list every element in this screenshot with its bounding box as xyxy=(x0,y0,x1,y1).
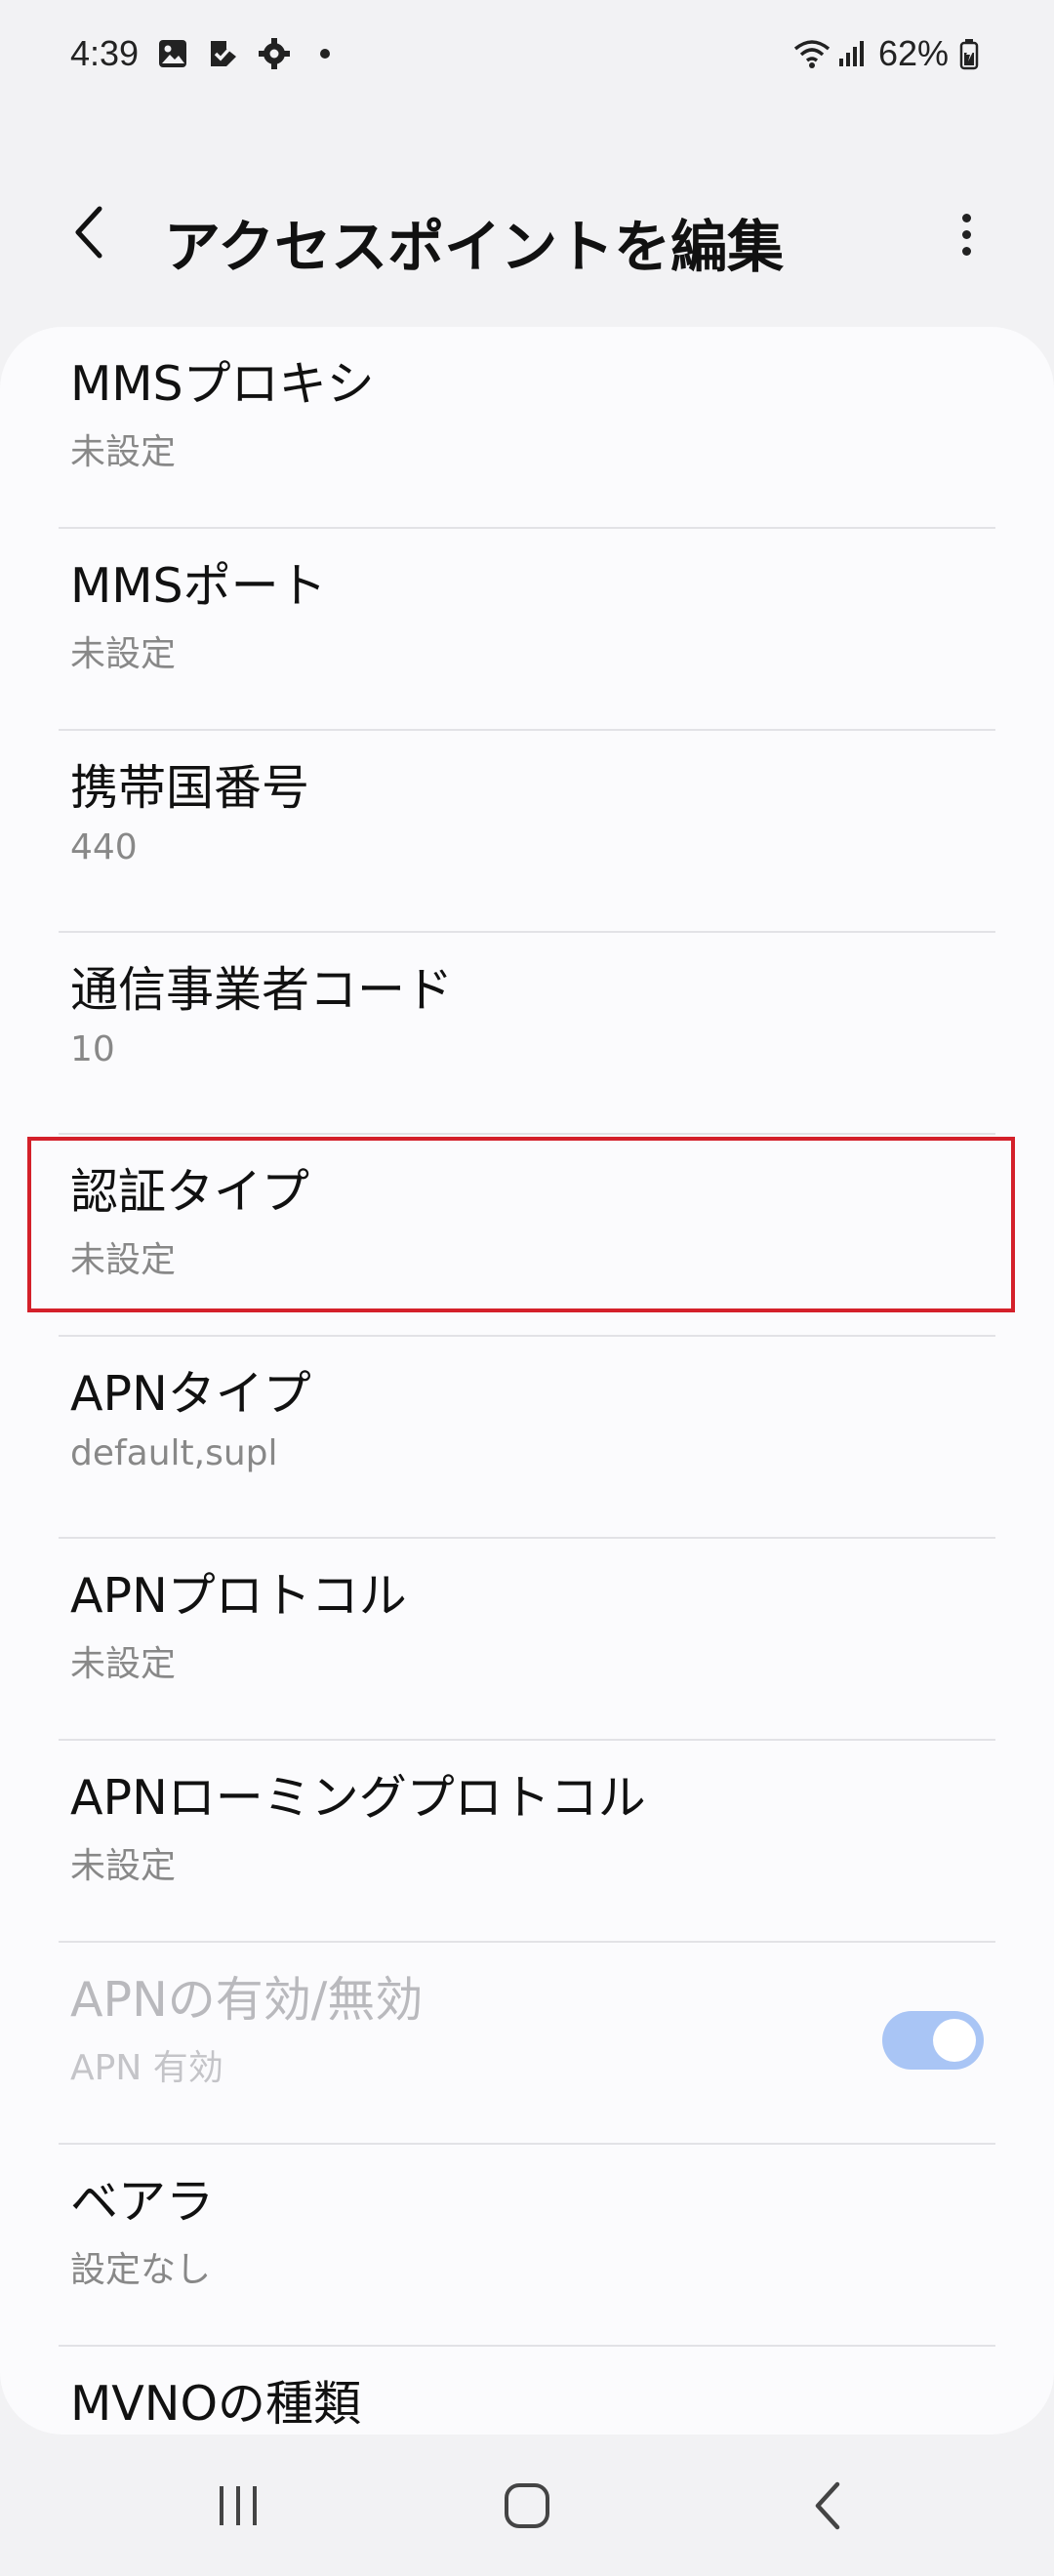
setting-title: MMSポート xyxy=(70,558,327,614)
back-button[interactable] xyxy=(61,205,119,263)
setting-title: 通信事業者コード xyxy=(70,962,454,1018)
settings-gear-icon xyxy=(258,37,291,70)
setting-title: APNローミングプロトコル xyxy=(70,1770,646,1826)
chevron-left-icon xyxy=(70,203,109,265)
status-right: 62% xyxy=(792,33,992,74)
setting-bearer[interactable]: ベアラ 設定なし xyxy=(0,2145,1054,2347)
setting-mms-port[interactable]: MMSポート 未設定 xyxy=(0,529,1054,731)
settings-list: MMSプロキシ 未設定 MMSポート 未設定 携帯国番号 440 通信事業者コー… xyxy=(0,327,1054,2435)
setting-value: 未設定 xyxy=(70,633,177,674)
setting-title: APNプロトコル xyxy=(70,1568,407,1624)
nav-back-button[interactable] xyxy=(789,2469,867,2547)
more-dot xyxy=(961,246,971,256)
dot-icon xyxy=(308,37,342,70)
setting-title: ベアラ xyxy=(70,2174,215,2230)
gallery-icon xyxy=(156,37,189,70)
check-icon xyxy=(207,37,240,70)
setting-mnc[interactable]: 通信事業者コード 10 xyxy=(0,933,1054,1135)
apn-enable-toggle xyxy=(882,2011,984,2070)
setting-title: MVNOの種類 xyxy=(70,2376,362,2432)
page-title: アクセスポイントを編集 xyxy=(164,214,785,280)
setting-mcc[interactable]: 携帯国番号 440 xyxy=(0,731,1054,933)
setting-title: 携帯国番号 xyxy=(70,760,310,816)
status-time: 4:39 xyxy=(70,33,140,73)
signal-icon xyxy=(835,37,869,70)
setting-value: 440 xyxy=(70,826,138,867)
more-vertical-icon xyxy=(961,213,971,222)
setting-value: 未設定 xyxy=(70,1845,177,1886)
app-bar: アクセスポイントを編集 xyxy=(0,185,1054,283)
setting-title: APNの有効/無効 xyxy=(70,1972,424,2028)
setting-value: 未設定 xyxy=(70,431,177,472)
setting-value: 未設定 xyxy=(70,1643,177,1684)
status-left: 4:39 xyxy=(70,33,342,74)
setting-title: 認証タイプ xyxy=(70,1164,310,1220)
more-options-button[interactable] xyxy=(937,203,995,265)
back-icon xyxy=(808,2478,847,2537)
setting-apn-enable: APNの有効/無効 APN 有効 xyxy=(0,1943,1054,2145)
home-button[interactable] xyxy=(488,2469,566,2547)
setting-value: 10 xyxy=(70,1028,115,1069)
battery-percentage: 62% xyxy=(877,33,949,73)
more-dot xyxy=(961,229,971,239)
setting-apn-protocol[interactable]: APNプロトコル 未設定 xyxy=(0,1539,1054,1741)
battery-icon xyxy=(958,37,992,70)
setting-mms-proxy[interactable]: MMSプロキシ 未設定 xyxy=(0,327,1054,529)
toggle-knob xyxy=(933,2019,976,2062)
setting-title: MMSプロキシ xyxy=(70,356,375,412)
setting-value: default,supl xyxy=(70,1432,278,1473)
wifi-icon xyxy=(792,37,831,70)
recents-button[interactable] xyxy=(199,2469,277,2547)
setting-value: 未設定 xyxy=(70,1239,177,1280)
setting-apn-type[interactable]: APNタイプ default,supl xyxy=(0,1337,1054,1539)
setting-mvno-type[interactable]: MVNOの種類 xyxy=(0,2347,1054,2435)
setting-auth-type[interactable]: 認証タイプ 未設定 xyxy=(0,1135,1054,1337)
setting-title: APNタイプ xyxy=(70,1366,311,1422)
recents-icon xyxy=(214,2481,263,2534)
setting-apn-roaming-protocol[interactable]: APNローミングプロトコル 未設定 xyxy=(0,1741,1054,1943)
status-bar: 4:39 62% xyxy=(0,0,1054,107)
setting-value: 設定なし xyxy=(70,2249,212,2290)
setting-value: APN 有効 xyxy=(70,2047,223,2088)
home-icon xyxy=(503,2481,551,2534)
navigation-bar xyxy=(0,2439,1054,2576)
